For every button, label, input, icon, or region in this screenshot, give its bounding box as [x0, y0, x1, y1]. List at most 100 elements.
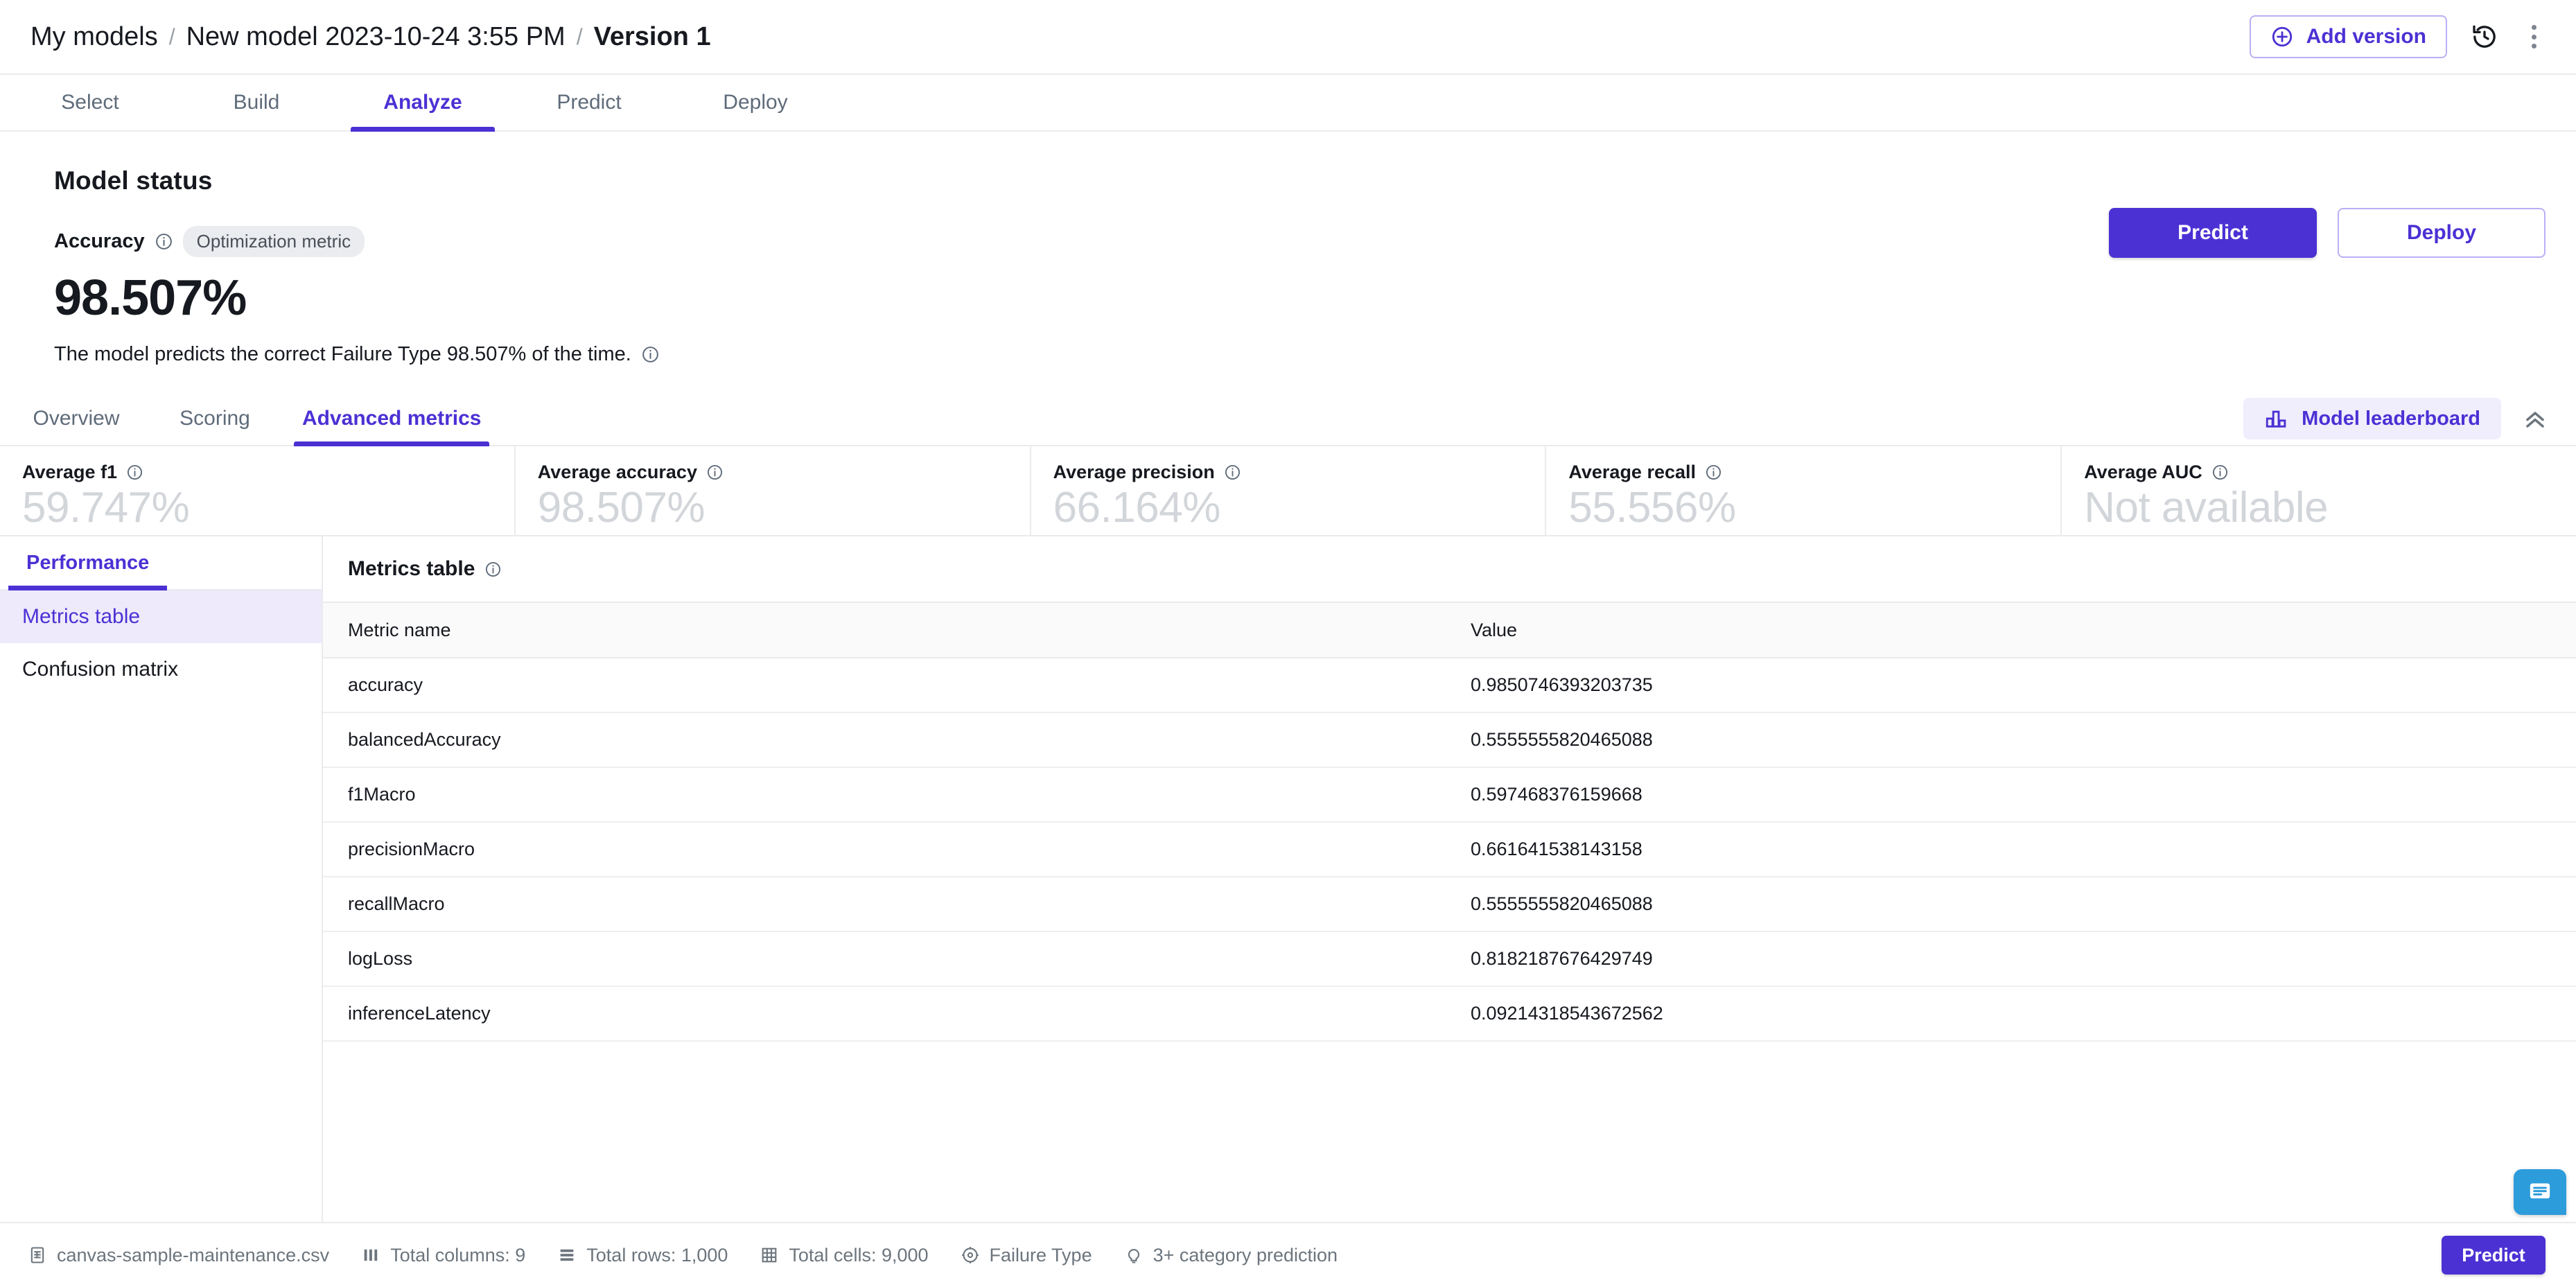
cell-metric-name: inferenceLatency	[323, 986, 1446, 1042]
status-dataset: canvas-sample-maintenance.csv	[28, 1245, 329, 1266]
cell-metric-value: 0.8182187676429749	[1446, 931, 2576, 987]
metric-cards-row: Average f1 59.747% Average accuracy 98.5…	[0, 446, 2576, 536]
table-header-row: Metric name Value	[323, 602, 2576, 658]
cell-metric-name: precisionMacro	[323, 822, 1446, 877]
add-version-button[interactable]: Add version	[2249, 15, 2447, 58]
metric-card-average-auc: Average AUC Not available	[2060, 446, 2576, 535]
main-tab-bar: Select Build Analyze Predict Deploy	[0, 75, 2576, 132]
metric-card-average-precision: Average precision 66.164%	[1029, 446, 1545, 535]
page-title: Model status	[54, 166, 213, 195]
sidebar-item-metrics-table[interactable]: Metrics table	[0, 590, 322, 643]
column-header-value[interactable]: Value	[1446, 602, 2576, 658]
table-row: precisionMacro 0.661641538143158	[323, 822, 2576, 877]
model-status-actions: Predict Deploy	[2109, 208, 2546, 258]
status-total-columns: Total columns: 9	[361, 1245, 525, 1266]
metric-card-header: Average accuracy	[538, 462, 1030, 483]
deploy-button[interactable]: Deploy	[2338, 208, 2546, 258]
metric-card-label: Average f1	[22, 462, 118, 482]
info-icon[interactable]	[484, 561, 502, 578]
top-bar: My models / New model 2023-10-24 3:55 PM…	[0, 0, 2576, 75]
chat-bubble-icon[interactable]	[2514, 1169, 2566, 1215]
status-target-column-label: Failure Type	[989, 1244, 1092, 1266]
metric-card-value: 98.507%	[537, 484, 706, 532]
predict-button[interactable]: Predict	[2109, 208, 2317, 258]
cell-metric-value: 0.661641538143158	[1446, 822, 2576, 877]
status-total-rows: Total rows: 1,000	[557, 1245, 728, 1266]
metrics-table-panel: Metrics table Metric name Value accuracy…	[323, 536, 2576, 1222]
bar-chart-icon	[2264, 407, 2288, 430]
status-prediction-type-label: 3+ category prediction	[1153, 1244, 1338, 1266]
left-sidebar: Performance Metrics table Confusion matr…	[0, 536, 323, 1222]
breadcrumb-item-version: Version 1	[593, 21, 711, 51]
info-icon[interactable]	[1705, 464, 1722, 481]
metric-card-header: Average f1	[22, 462, 514, 483]
info-icon[interactable]	[1224, 464, 1241, 481]
tab-predict[interactable]: Predict	[506, 75, 672, 130]
rows-icon	[557, 1245, 577, 1265]
tab-build[interactable]: Build	[173, 75, 340, 130]
cell-metric-name: recallMacro	[323, 877, 1446, 932]
breadcrumb-item-my-models[interactable]: My models	[30, 22, 158, 52]
kebab-menu-icon[interactable]	[2522, 23, 2546, 51]
tab-performance[interactable]: Performance	[8, 536, 168, 590]
table-row: recallMacro 0.5555555820465088	[323, 877, 2576, 932]
breadcrumb: My models / New model 2023-10-24 3:55 PM…	[30, 22, 711, 52]
info-icon[interactable]	[155, 232, 173, 251]
subtab-overview[interactable]: Overview	[7, 392, 146, 445]
cell-metric-value: 0.597468376159668	[1446, 767, 2576, 823]
status-bar: canvas-sample-maintenance.csv Total colu…	[0, 1222, 2576, 1287]
cell-metric-name: accuracy	[323, 658, 1446, 713]
info-icon[interactable]	[126, 464, 143, 481]
breadcrumb-item-model[interactable]: New model 2023-10-24 3:55 PM	[186, 22, 566, 52]
tab-analyze[interactable]: Analyze	[340, 75, 506, 132]
optimization-metric-badge: Optimization metric	[182, 226, 365, 257]
add-version-label: Add version	[2306, 25, 2426, 48]
metric-card-header: Average AUC	[2084, 462, 2576, 483]
metric-card-average-accuracy: Average accuracy 98.507%	[514, 446, 1030, 535]
model-leaderboard-button[interactable]: Model leaderboard	[2243, 398, 2501, 439]
metric-card-label: Average accuracy	[537, 462, 697, 482]
grid-icon	[760, 1245, 779, 1265]
column-header-metric-name[interactable]: Metric name	[323, 602, 1446, 658]
info-icon[interactable]	[641, 345, 660, 364]
sub-tab-bar: Overview Scoring Advanced metrics Model …	[0, 392, 2576, 446]
status-total-columns-label: Total columns: 9	[390, 1244, 526, 1266]
metric-card-value: 66.164%	[1053, 484, 1221, 532]
metrics-table: Metric name Value accuracy 0.98507463932…	[323, 602, 2576, 1042]
metric-card-average-recall: Average recall 55.556%	[1545, 446, 2060, 535]
metric-card-header: Average recall	[1568, 462, 2060, 483]
tab-select[interactable]: Select	[7, 75, 173, 130]
double-chevron-up-icon[interactable]	[2522, 405, 2548, 432]
accuracy-description: The model predicts the correct Failure T…	[54, 343, 631, 365]
metrics-table-header: Metrics table	[323, 536, 2576, 602]
model-leaderboard-label: Model leaderboard	[2302, 407, 2480, 430]
predict-button-footer[interactable]: Predict	[2442, 1236, 2546, 1275]
target-icon	[961, 1245, 980, 1265]
metric-card-label: Average recall	[1568, 462, 1697, 482]
cell-metric-name: f1Macro	[323, 767, 1446, 823]
subtab-advanced-metrics[interactable]: Advanced metrics	[284, 392, 499, 446]
metric-card-value: 55.556%	[1568, 484, 1736, 532]
cell-metric-value: 0.09214318543672562	[1446, 986, 2576, 1042]
accuracy-description-row: The model predicts the correct Failure T…	[54, 343, 2546, 366]
history-icon[interactable]	[2471, 23, 2498, 51]
tab-deploy[interactable]: Deploy	[672, 75, 839, 130]
accuracy-label: Accuracy	[54, 230, 145, 252]
content-area: Performance Metrics table Confusion matr…	[0, 536, 2576, 1222]
sidebar-item-confusion-matrix[interactable]: Confusion matrix	[0, 643, 322, 696]
breadcrumb-separator: /	[168, 24, 175, 49]
plus-circle-icon	[2270, 25, 2294, 49]
breadcrumb-separator: /	[576, 24, 583, 49]
cell-metric-value: 0.5555555820465088	[1446, 877, 2576, 932]
canvas-app-window: My models / New model 2023-10-24 3:55 PM…	[0, 0, 2576, 1287]
metrics-table-title: Metrics table	[348, 557, 475, 580]
metric-card-header: Average precision	[1053, 462, 1545, 483]
subtab-scoring[interactable]: Scoring	[146, 392, 284, 445]
cell-metric-name: logLoss	[323, 931, 1446, 987]
top-bar-actions: Add version	[2249, 15, 2546, 58]
status-total-cells-label: Total cells: 9,000	[789, 1244, 929, 1266]
table-row: balancedAccuracy 0.5555555820465088	[323, 712, 2576, 768]
info-icon[interactable]	[706, 464, 724, 481]
info-icon[interactable]	[2211, 464, 2229, 481]
cell-metric-name: balancedAccuracy	[323, 712, 1446, 768]
